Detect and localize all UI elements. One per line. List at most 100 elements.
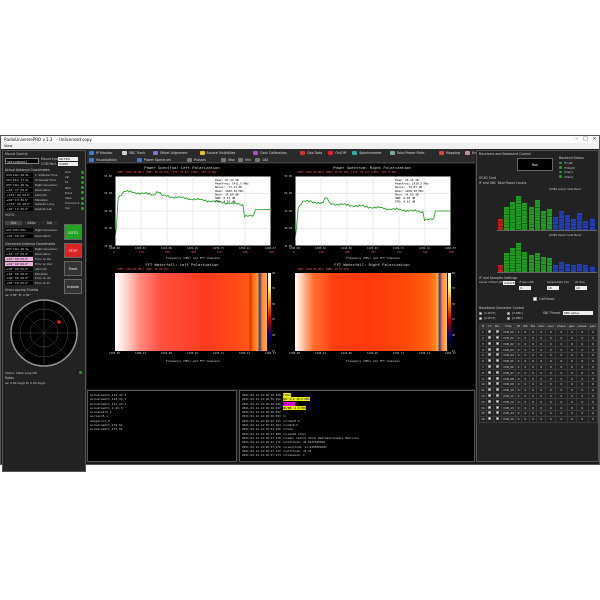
check-box[interactable]: [488, 411, 492, 415]
toolbar-btn-2[interactable]: Offset Alignment: [152, 150, 188, 156]
check-box[interactable]: [488, 399, 492, 403]
toolbar-btn-4[interactable]: Gain Calibration: [253, 150, 287, 156]
coord-value[interactable]: +20° 13' 30.0": [5, 207, 33, 212]
check-box[interactable]: [507, 316, 510, 320]
check-box[interactable]: [479, 311, 482, 315]
maximize-icon[interactable]: □: [581, 136, 590, 143]
coord-value[interactable]: +44° 37' 09.0": [5, 187, 33, 192]
check-box[interactable]: [507, 311, 510, 315]
check-box[interactable]: [488, 353, 492, 357]
check-box[interactable]: [488, 364, 492, 368]
row-checkbox[interactable]: [485, 415, 494, 423]
toolbar-btn-8[interactable]: Total Power Plots: [389, 150, 425, 156]
com-port-select[interactable]: COM9: [58, 162, 78, 166]
check-box[interactable]: [495, 341, 499, 345]
unpark-button[interactable]: Unpark: [64, 279, 82, 294]
coord-value[interactable]: +00° 00' 00.0": [5, 261, 33, 266]
check-box[interactable]: [495, 335, 499, 339]
check-box[interactable]: [495, 347, 499, 351]
coord-value[interactable]: +00° 00' 00.0": [5, 281, 33, 286]
check-box[interactable]: [488, 335, 492, 339]
toolbar-btn-5[interactable]: Obs Data: [300, 150, 322, 156]
sbc-check[interactable]: [3-SBC]: [507, 311, 534, 315]
table-cell[interactable]: 0: [528, 415, 538, 423]
console-right[interactable]: 2021.04.14-12:16:39.440 Timer 2021.04.14-1…: [239, 390, 475, 462]
table-row[interactable]: 16 VCB_15 0 0 0 0 0 0 0 0 0: [479, 415, 599, 423]
sbc-preset-select[interactable]: SBC setup: [563, 311, 593, 315]
serial-field[interactable]: SEEC0MNS01: [5, 158, 39, 164]
check-box[interactable]: [479, 316, 482, 320]
coord-value[interactable]: +235° 40' 59.0": [5, 192, 33, 197]
goto-tab[interactable]: Sex: [5, 221, 22, 225]
sbc-check[interactable]: [2-LTCT]: [479, 316, 506, 320]
toolbar2-item-3[interactable]: Max: [221, 157, 235, 163]
coord-value[interactable]: +69° 13' 30.0": [5, 197, 33, 202]
stop-button[interactable]: STOP: [64, 243, 82, 258]
sampler-value[interactable]: 4: [519, 286, 531, 290]
check-box[interactable]: [488, 370, 492, 374]
check-box[interactable]: [488, 382, 492, 386]
toolbar-btn-7[interactable]: Spectrometer: [352, 150, 382, 156]
check-box[interactable]: [488, 393, 492, 397]
console-left[interactable]: accumread=1_214,43.1 accumread=1_212,43.1…: [87, 390, 237, 462]
coord-value[interactable]: +00° 00' 00.0": [5, 256, 33, 261]
check-box[interactable]: [495, 405, 499, 409]
right-waterfall[interactable]: [295, 273, 447, 351]
menu-view[interactable]: View: [4, 144, 12, 148]
goto-tab[interactable]: AltAz: [23, 221, 40, 225]
toolbar-btn-0[interactable]: IP Monitor: [89, 150, 113, 156]
sampler-value[interactable]: 10: [575, 286, 587, 290]
calfreeze-checkbox[interactable]: [533, 297, 537, 301]
sampler-value[interactable]: 1419.8: [503, 281, 515, 285]
right-spectrum-plot[interactable]: Peak: 65.16 dBPeakFreq: 1418.2 MHzNoise:…: [295, 176, 451, 246]
toolbar2-item-1[interactable]: Power Spectrum: [136, 157, 171, 163]
table-cell[interactable]: 0: [554, 415, 568, 423]
toolbar-btn-6[interactable]: On/Off: [328, 150, 346, 156]
toolbar-btn-1[interactable]: SBC Track: [122, 150, 145, 156]
table-cell[interactable]: 0: [536, 415, 547, 423]
check-box[interactable]: [495, 330, 499, 334]
table-cell[interactable]: VCB_15: [500, 415, 516, 423]
run-button[interactable]: Run: [517, 158, 553, 171]
coord-value[interactable]: 09h 19m 46.3s: [5, 182, 33, 187]
check-box[interactable]: [495, 411, 499, 415]
table-cell[interactable]: 0: [521, 415, 530, 423]
check-box[interactable]: [495, 417, 499, 421]
check-box[interactable]: [488, 417, 492, 421]
mount-type-select[interactable]: GP-TEO: [58, 157, 78, 161]
toolbar2-item-2[interactable]: Pulsars: [187, 157, 206, 163]
toolbar-btn-9[interactable]: Mapping: [438, 150, 460, 156]
track-button[interactable]: Track: [64, 261, 82, 276]
toolbar2-item-5[interactable]: 100: [255, 157, 268, 163]
goto-button[interactable]: GOTO: [64, 224, 82, 240]
close-icon[interactable]: ×: [590, 136, 599, 143]
left-waterfall[interactable]: [115, 273, 267, 351]
coord-value[interactable]: +44° 00' 00.0": [5, 271, 33, 276]
coord-value[interactable]: +00° 00' 00.0": [5, 266, 33, 271]
toolbar-btn-3[interactable]: Source Visibilities: [199, 150, 235, 156]
coord-value[interactable]: 09h 19m 46.3s: [5, 247, 33, 251]
toolbar2-item-4[interactable]: Min: [238, 157, 251, 163]
left-spectrum-plot[interactable]: Peak: 67.24 dBPeakFreq: 1411.5 MHzNoise:…: [115, 176, 271, 246]
row-checkbox[interactable]: [492, 415, 502, 423]
check-box[interactable]: [495, 399, 499, 403]
check-box[interactable]: [495, 382, 499, 386]
coord-value[interactable]: +44° 37' 09.0": [5, 251, 33, 256]
sbc-check[interactable]: [1-LTCT]: [479, 311, 506, 315]
sampler-value[interactable]: 10: [547, 286, 559, 290]
check-box[interactable]: [488, 330, 492, 334]
coord-value[interactable]: +00° 00' 00": [5, 234, 33, 238]
table-cell[interactable]: 0: [575, 415, 589, 423]
coord-value[interactable]: +00° 00' 00.0": [5, 276, 33, 281]
check-box[interactable]: [495, 376, 499, 380]
check-box[interactable]: [495, 388, 499, 392]
check-box[interactable]: [495, 393, 499, 397]
check-box[interactable]: [495, 359, 499, 363]
coord-value[interactable]: +172° 32' 46.1": [5, 202, 33, 207]
table-cell[interactable]: 0: [566, 415, 577, 423]
check-box[interactable]: [488, 376, 492, 380]
check-box[interactable]: [488, 359, 492, 363]
coord-value[interactable]: 03h 19m 46.3s: [5, 173, 33, 177]
toolbar2-item-0[interactable]: Visualization: [89, 157, 117, 163]
sbc-check[interactable]: [4-SBC]: [507, 316, 534, 320]
